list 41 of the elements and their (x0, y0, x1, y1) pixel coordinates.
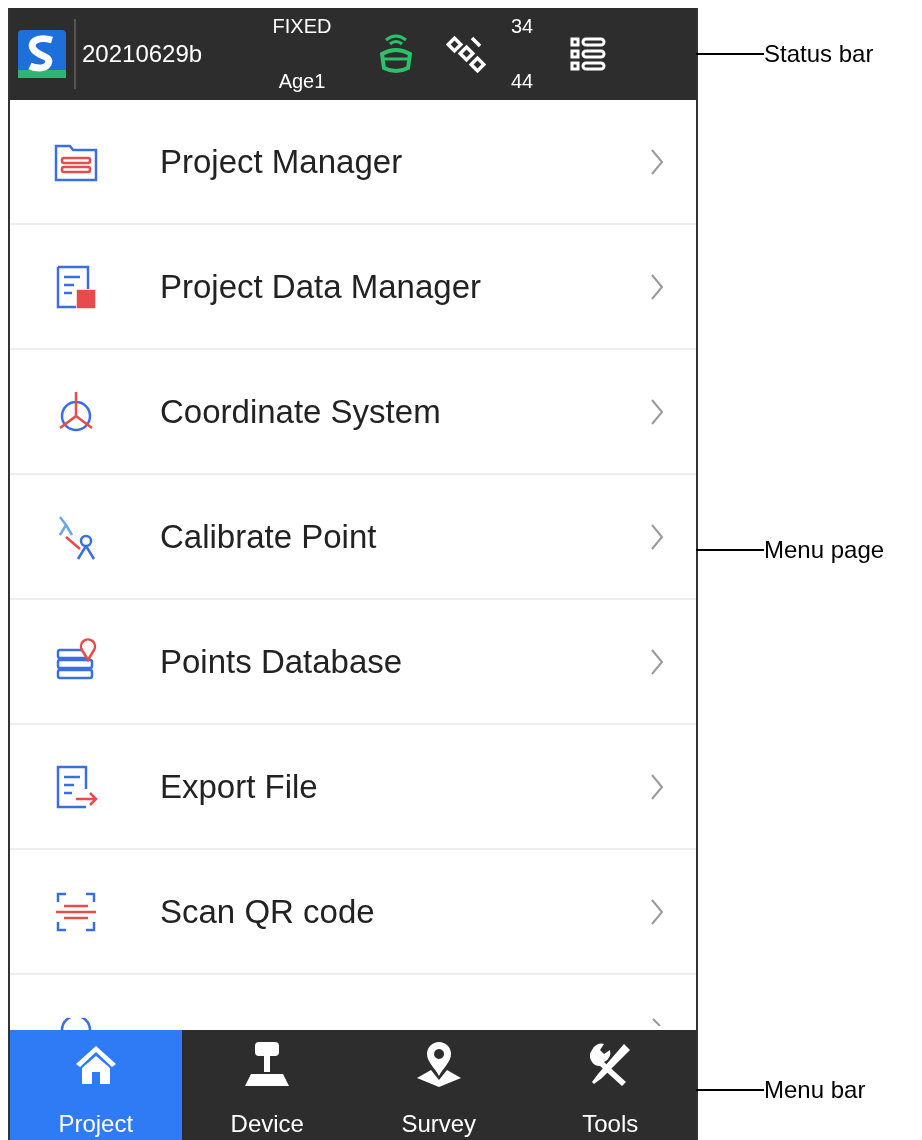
list-menu-icon[interactable] (570, 36, 606, 72)
menu-item-label: Project Manager (160, 142, 404, 181)
chevron-right-icon (650, 522, 664, 551)
menu-item-label: Calibrate Point (160, 517, 378, 556)
chevron-right-icon (650, 272, 664, 301)
menu-bar-tab[interactable]: Tools (524, 1030, 696, 1140)
chevron-right-icon (650, 147, 664, 176)
leader-line (696, 1089, 764, 1091)
satellite-count: 44 (510, 70, 534, 93)
menu-item-label: Points Database (160, 642, 404, 681)
chevron-right-icon (650, 772, 664, 801)
menu-item[interactable]: Project Data Manager (10, 225, 696, 350)
menu-item[interactable]: Coordinate System (10, 350, 696, 475)
menu-item[interactable]: Scan QR code (10, 850, 696, 975)
menu-item-label: Export File (160, 767, 319, 806)
satellite-icon[interactable] (446, 34, 486, 74)
menu-bar-tab[interactable]: Project (10, 1030, 182, 1140)
menu-item[interactable]: Export File (10, 725, 696, 850)
callout-label: Menu page (764, 536, 885, 564)
menu-item-label: Coordinate System (160, 392, 442, 431)
menu-bar-tab[interactable]: Device (181, 1030, 353, 1140)
leader-line (696, 549, 764, 551)
menu-item[interactable]: Project Manager (10, 100, 696, 225)
menu-bar-tab[interactable]: Survey (353, 1030, 525, 1140)
app-logo-icon (18, 30, 66, 78)
solution-status: FIXED (272, 15, 332, 38)
menu-item-label: Project Data Manager (160, 267, 482, 306)
chevron-right-icon (650, 397, 664, 426)
menu-item[interactable]: Points Database (10, 600, 696, 725)
chevron-right-icon (650, 647, 664, 676)
callout-label: Status bar (764, 40, 874, 68)
chevron-right-icon (652, 1018, 662, 1026)
menu-item[interactable]: Calibrate Point (10, 475, 696, 600)
project-name: 20210629b (82, 40, 204, 68)
menu-item-label: Scan QR code (160, 892, 376, 931)
chevron-right-icon (650, 897, 664, 926)
receiver-pole-icon (243, 1040, 292, 1088)
leader-line (696, 53, 764, 55)
satellite-count: 34 (510, 15, 534, 38)
age-label: Age1 (278, 70, 326, 93)
callout-label: Menu bar (764, 1076, 866, 1104)
